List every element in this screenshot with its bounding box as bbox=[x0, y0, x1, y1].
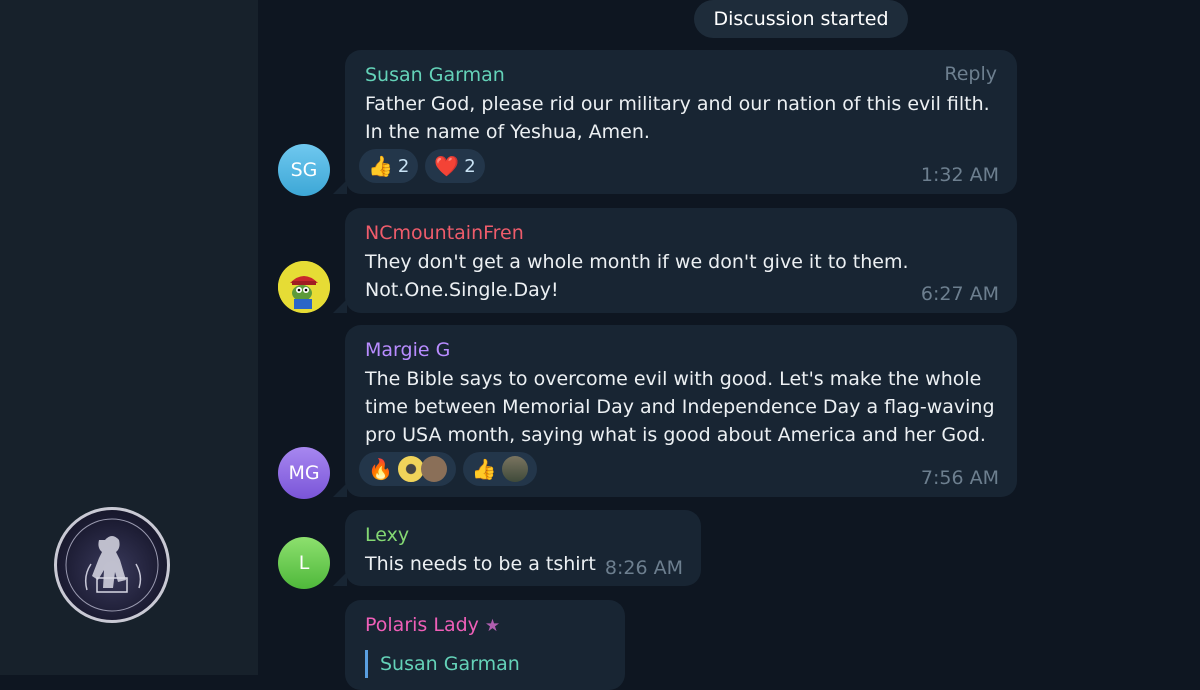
reaction-thumbs-up[interactable]: 👍 bbox=[462, 452, 537, 486]
message-bubble[interactable]: Margie G The Bible says to overcome evil… bbox=[345, 325, 1017, 497]
thumbs-up-icon: 👍 bbox=[471, 457, 497, 481]
author-name[interactable]: Polaris Lady bbox=[365, 614, 479, 636]
reactions-bar: 🔥 👍 bbox=[359, 452, 537, 486]
discussion-started-badge: Discussion started bbox=[694, 0, 908, 38]
reactor-avatar bbox=[420, 456, 447, 482]
avatar[interactable]: L bbox=[278, 537, 330, 589]
message-text: They don't get a whole month if we don't… bbox=[365, 248, 997, 304]
message-text: The Bible says to overcome evil with goo… bbox=[365, 368, 995, 446]
message-time: 7:56 AM bbox=[920, 467, 999, 489]
message-text-line: Not.One.Single.Day! bbox=[365, 279, 559, 301]
heart-icon: ❤️ bbox=[434, 154, 460, 178]
reaction-fire[interactable]: 🔥 bbox=[359, 452, 456, 486]
quote-author: Susan Garman bbox=[380, 653, 520, 675]
reactor-avatar bbox=[501, 456, 528, 482]
message-time: 8:26 AM bbox=[604, 557, 683, 579]
channel-watermark-logo bbox=[54, 507, 170, 623]
message-author[interactable]: Margie G bbox=[365, 338, 997, 362]
message-text-line: They don't get a whole month if we don't… bbox=[365, 251, 909, 273]
message-text: Father God, please rid our military and … bbox=[365, 93, 990, 143]
message-bubble[interactable]: Susan Garman Reply Father God, please ri… bbox=[345, 50, 1017, 194]
avatar[interactable]: MG bbox=[278, 447, 330, 499]
avatar[interactable]: SG bbox=[278, 144, 330, 196]
chat-list-panel bbox=[0, 0, 258, 675]
message-bubble[interactable]: Polaris Lady ★ Susan Garman bbox=[345, 600, 625, 690]
message-author[interactable]: Lexy bbox=[365, 523, 681, 547]
thumbs-up-icon: 👍 bbox=[368, 154, 393, 178]
cartoon-frog-icon bbox=[278, 261, 330, 313]
reply-button[interactable]: Reply bbox=[944, 63, 997, 85]
reply-quote[interactable]: Susan Garman bbox=[365, 650, 605, 678]
reaction-count: 2 bbox=[464, 155, 476, 177]
message-time: 6:27 AM bbox=[920, 283, 999, 305]
message-author[interactable]: Polaris Lady ★ bbox=[365, 613, 605, 637]
fire-icon: 🔥 bbox=[368, 457, 393, 481]
reaction-thumbs-up[interactable]: 👍 2 bbox=[359, 149, 419, 183]
message-author[interactable]: NCmountainFren bbox=[365, 221, 997, 245]
reactions-bar: 👍 2 ❤️ 2 bbox=[359, 149, 485, 183]
message-bubble[interactable]: Lexy This needs to be a tshirt 8:26 AM bbox=[345, 510, 701, 586]
message-time: 1:32 AM bbox=[920, 164, 999, 186]
reaction-heart[interactable]: ❤️ 2 bbox=[425, 149, 485, 183]
star-icon: ★ bbox=[484, 616, 501, 636]
avatar[interactable] bbox=[278, 261, 330, 313]
message-bubble[interactable]: NCmountainFren They don't get a whole mo… bbox=[345, 208, 1017, 313]
message-author[interactable]: Susan Garman bbox=[365, 63, 997, 87]
reaction-count: 2 bbox=[397, 155, 410, 177]
